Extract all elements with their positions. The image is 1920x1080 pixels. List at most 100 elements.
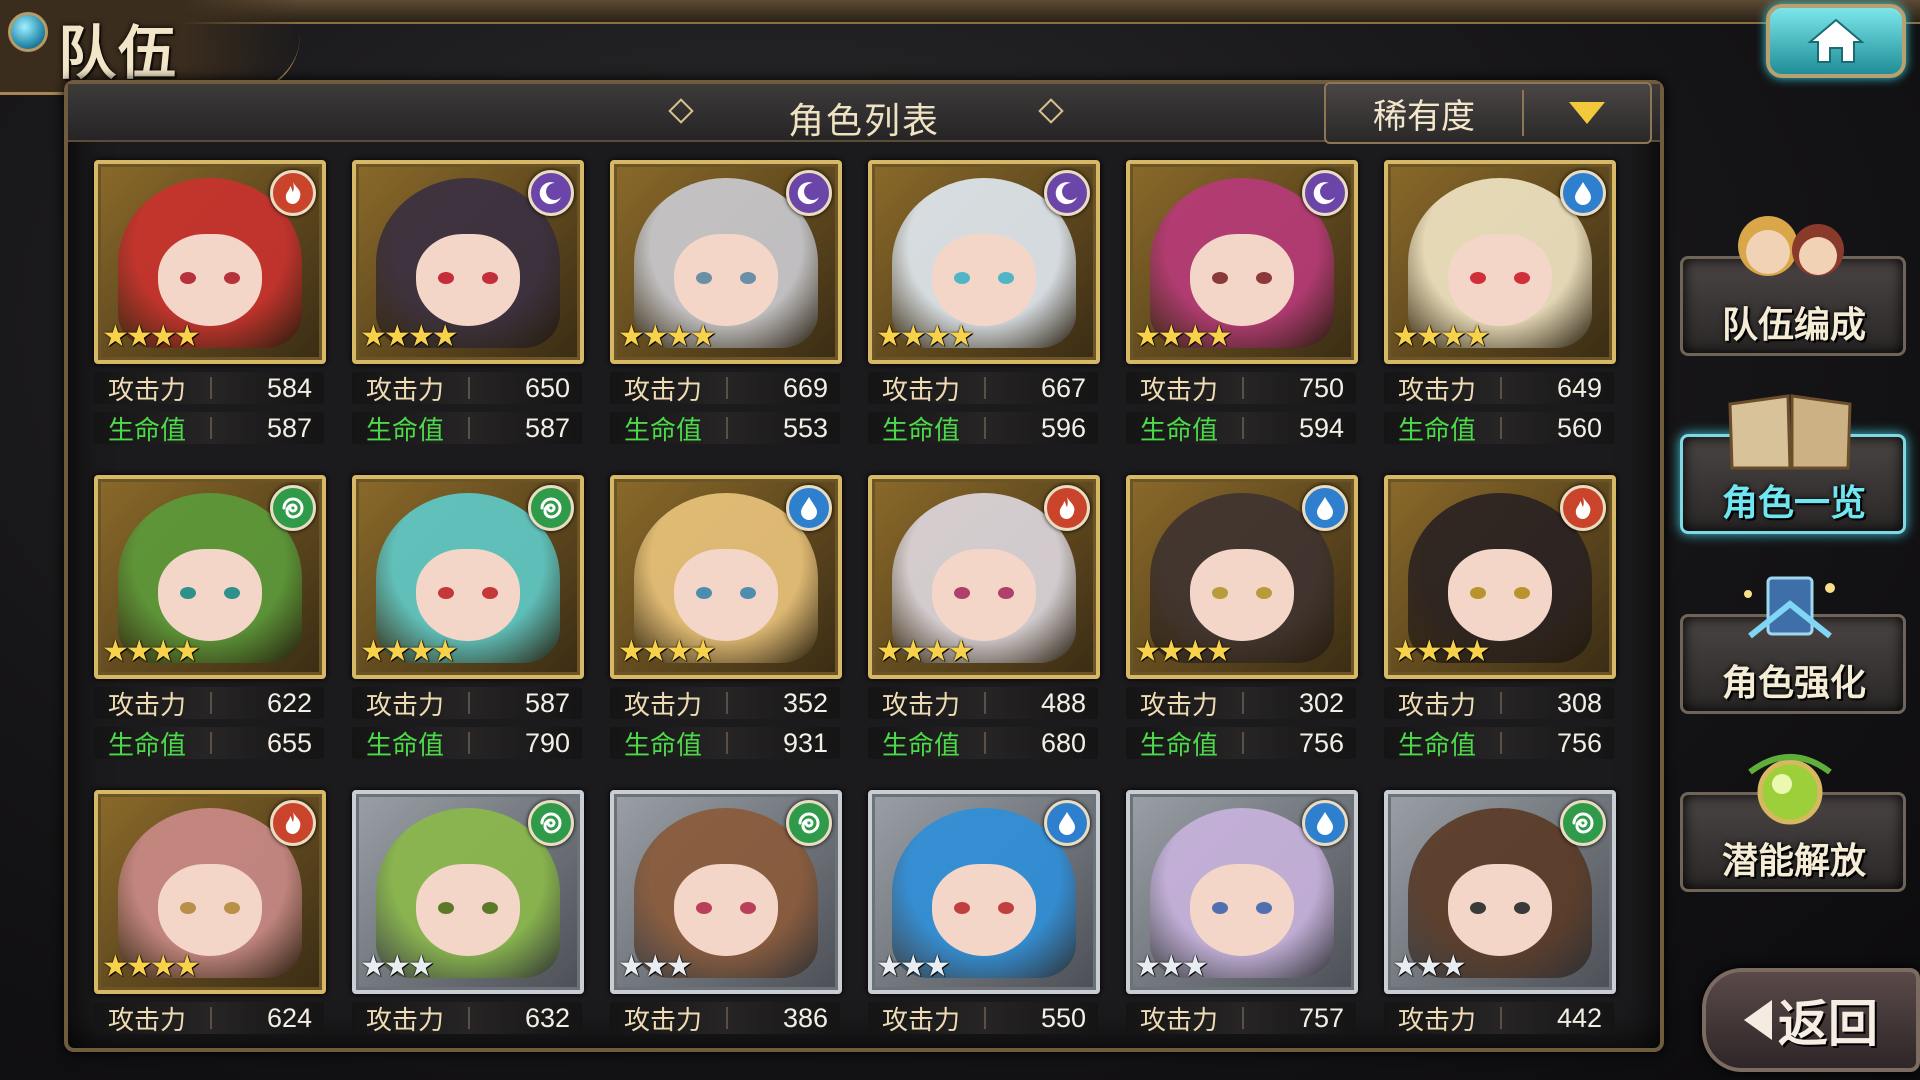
character-card[interactable]: ★ ★ ★ 攻击力 757 [1126, 790, 1358, 1080]
attack-stat-row: 攻击力 622 [94, 687, 324, 721]
dropdown-arrow-icon[interactable] [1524, 102, 1650, 124]
character-face [1190, 549, 1294, 641]
star-icon: ★ [125, 634, 153, 669]
character-face [932, 864, 1036, 956]
attack-label: 攻击力 [1398, 690, 1477, 721]
character-portrait[interactable]: ★ ★ ★ ★ [1384, 475, 1616, 679]
character-portrait[interactable]: ★ ★ ★ [610, 790, 842, 994]
character-portrait[interactable]: ★ ★ ★ [1126, 790, 1358, 994]
character-portrait[interactable]: ★ ★ ★ ★ [1126, 475, 1358, 679]
character-portrait[interactable]: ★ ★ ★ ★ [1126, 160, 1358, 364]
character-face [932, 234, 1036, 326]
character-grid: ★ ★ ★ ★ 攻击力 584 生命值 587 ★ ★ ★ ★ 攻击力 650 生命值 587 ★ ★ ★ ★ 攻击力 6… [94, 160, 1646, 1040]
side-menu-button[interactable]: 队伍编成 [1680, 206, 1908, 356]
sort-dropdown[interactable]: 稀有度 [1324, 82, 1652, 144]
hp-label: 生命值 [108, 730, 187, 761]
character-portrait[interactable]: ★ ★ ★ ★ [868, 160, 1100, 364]
star-icon: ★ [1205, 634, 1233, 669]
home-button[interactable] [1766, 4, 1906, 78]
attack-label: 攻击力 [1140, 375, 1219, 406]
character-card[interactable]: ★ ★ ★ ★ 攻击力 302 生命值 756 [1126, 475, 1358, 765]
character-card[interactable]: ★ ★ ★ ★ 攻击力 587 生命值 790 [352, 475, 584, 765]
attack-value: 442 [1556, 1002, 1602, 1033]
star-icon: ★ [1392, 949, 1419, 984]
character-portrait[interactable]: ★ ★ ★ ★ [868, 475, 1100, 679]
character-portrait[interactable]: ★ ★ ★ ★ [610, 475, 842, 679]
star-icon: ★ [173, 634, 201, 669]
rarity-stars: ★ ★ ★ [876, 952, 951, 982]
hp-value: 553 [782, 412, 828, 443]
character-portrait[interactable]: ★ ★ ★ ★ [94, 475, 326, 679]
character-card[interactable]: ★ ★ ★ ★ 攻击力 649 生命值 560 [1384, 160, 1616, 450]
moon-element-icon [528, 170, 574, 216]
star-icon: ★ [1415, 949, 1443, 984]
hp-stat-row: 生命值 931 [610, 727, 840, 761]
character-card[interactable]: ★ ★ ★ ★ 攻击力 622 生命值 655 [94, 475, 326, 765]
star-icon: ★ [1157, 634, 1185, 669]
character-face [1190, 864, 1294, 956]
hp-stat-row: 生命值 553 [610, 412, 840, 446]
character-card[interactable]: ★ ★ ★ 攻击力 386 [610, 790, 842, 1080]
wind-element-icon [786, 800, 832, 846]
character-card[interactable]: ★ ★ ★ 攻击力 632 [352, 790, 584, 1080]
star-icon: ★ [665, 319, 693, 354]
character-portrait[interactable]: ★ ★ ★ [1384, 790, 1616, 994]
character-card[interactable]: ★ ★ ★ ★ 攻击力 308 生命值 756 [1384, 475, 1616, 765]
star-icon: ★ [102, 634, 129, 669]
attack-value: 308 [1556, 687, 1602, 718]
star-icon: ★ [876, 319, 903, 354]
hp-label: 生命值 [624, 415, 703, 446]
character-portrait[interactable]: ★ ★ ★ ★ [352, 160, 584, 364]
attack-stat-row: 攻击力 649 [1384, 372, 1614, 406]
character-card[interactable]: ★ ★ ★ ★ 攻击力 624 [94, 790, 326, 1080]
attack-value: 302 [1298, 687, 1344, 718]
side-menu-button[interactable]: 潜能解放 [1680, 742, 1908, 892]
attack-stat-row: 攻击力 624 [94, 1002, 324, 1036]
character-portrait[interactable]: ★ ★ ★ ★ [352, 475, 584, 679]
character-card[interactable]: ★ ★ ★ ★ 攻击力 352 生命值 931 [610, 475, 842, 765]
star-icon: ★ [360, 319, 387, 354]
side-menu-button[interactable]: 角色一览 [1680, 384, 1908, 534]
attack-label: 攻击力 [624, 690, 703, 721]
character-card[interactable]: ★ ★ ★ ★ 攻击力 650 生命值 587 [352, 160, 584, 450]
character-face [158, 234, 262, 326]
hp-stat-row: 生命值 680 [868, 727, 1098, 761]
character-face [416, 864, 520, 956]
character-portrait[interactable]: ★ ★ ★ [352, 790, 584, 994]
star-icon: ★ [125, 949, 153, 984]
character-card[interactable]: ★ ★ ★ 攻击力 442 [1384, 790, 1616, 1080]
character-list-panel: 角色列表 稀有度 ★ ★ ★ ★ 攻击力 584 生命值 587 ★ ★ ★ ★ 攻击力 650 生命值 58… [64, 80, 1664, 1052]
side-menu-button[interactable]: 角色强化 [1680, 564, 1908, 714]
star-icon: ★ [407, 949, 435, 984]
character-card[interactable]: ★ ★ ★ ★ 攻击力 667 生命值 596 [868, 160, 1100, 450]
character-card[interactable]: ★ ★ ★ ★ 攻击力 584 生命值 587 [94, 160, 326, 450]
character-portrait[interactable]: ★ ★ ★ ★ [1384, 160, 1616, 364]
character-card[interactable]: ★ ★ ★ 攻击力 550 [868, 790, 1100, 1080]
character-portrait[interactable]: ★ ★ ★ [868, 790, 1100, 994]
character-card[interactable]: ★ ★ ★ ★ 攻击力 750 生命值 594 [1126, 160, 1358, 450]
character-portrait[interactable]: ★ ★ ★ ★ [94, 790, 326, 994]
character-eye [224, 272, 240, 284]
attack-value: 488 [1040, 687, 1086, 718]
hp-label: 生命值 [1140, 730, 1219, 761]
character-face [158, 864, 262, 956]
character-eye [438, 902, 454, 914]
side-menu-label: 队伍编成 [1721, 305, 1866, 346]
attack-stat-row: 攻击力 352 [610, 687, 840, 721]
hp-stat-row: 生命值 587 [352, 412, 582, 446]
character-eye [954, 587, 970, 599]
character-eye [1256, 902, 1272, 914]
character-portrait[interactable]: ★ ★ ★ ★ [94, 160, 326, 364]
star-icon: ★ [1392, 634, 1419, 669]
character-eye [482, 272, 498, 284]
back-button[interactable]: 返回 [1702, 968, 1920, 1072]
attack-value: 667 [1040, 372, 1086, 403]
character-face [416, 549, 520, 641]
star-icon: ★ [618, 634, 645, 669]
star-icon: ★ [665, 949, 693, 984]
star-icon: ★ [1181, 634, 1209, 669]
character-portrait[interactable]: ★ ★ ★ ★ [610, 160, 842, 364]
character-card[interactable]: ★ ★ ★ ★ 攻击力 669 生命值 553 [610, 160, 842, 450]
fire-element-icon [270, 170, 316, 216]
character-card[interactable]: ★ ★ ★ ★ 攻击力 488 生命值 680 [868, 475, 1100, 765]
